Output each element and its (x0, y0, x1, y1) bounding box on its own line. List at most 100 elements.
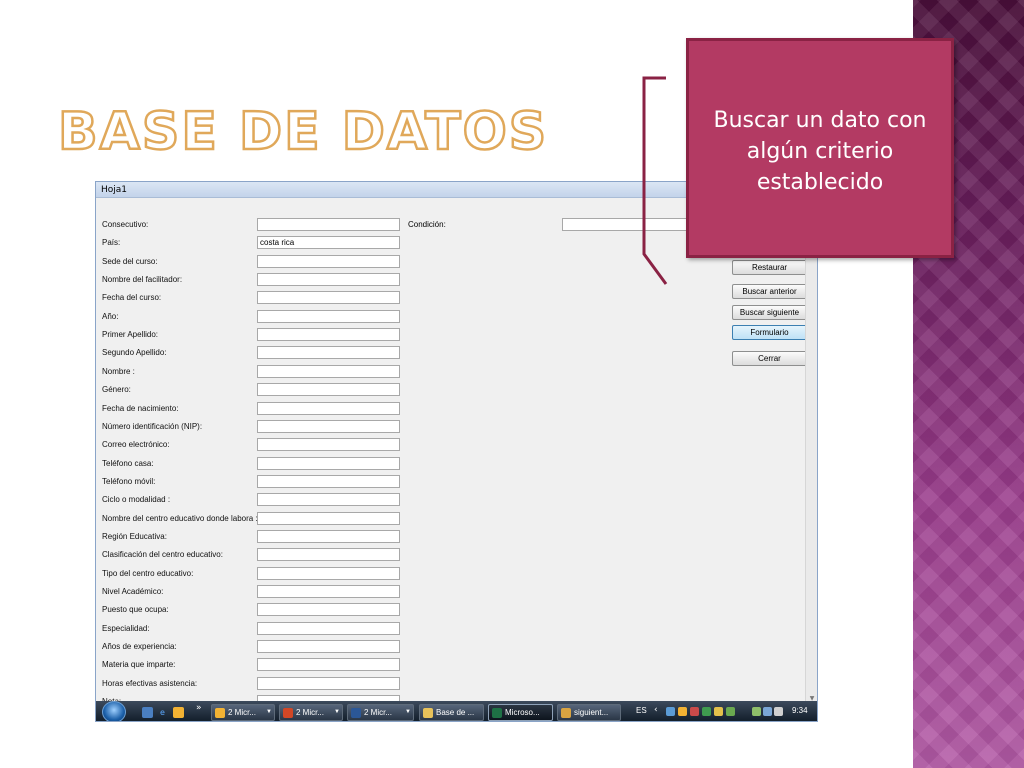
dropdown-arrow-icon: ▼ (266, 709, 272, 715)
field-input[interactable] (257, 383, 400, 397)
field-label: Ciclo o modalidad : (102, 495, 171, 505)
field-input[interactable] (257, 603, 400, 617)
clock[interactable]: 9:34 (792, 706, 808, 715)
powerpoint-icon (283, 708, 293, 718)
field-label: Nombre : (102, 366, 135, 376)
form-row: Ciclo o modalidad : (102, 493, 402, 507)
formulario-button[interactable]: Formulario (732, 325, 807, 340)
tray-update-icon[interactable] (702, 707, 711, 716)
field-input[interactable] (257, 309, 400, 323)
field-input[interactable] (257, 658, 400, 672)
field-input[interactable] (257, 511, 400, 525)
field-input[interactable] (257, 364, 400, 378)
taskbar-button[interactable]: 2 Micr... ▼ (279, 704, 343, 721)
taskbar-button[interactable]: 2 Micr... ▼ (347, 704, 414, 721)
tray-security-icon[interactable] (690, 707, 699, 716)
field-input[interactable] (257, 419, 400, 433)
field-label: País: (102, 238, 121, 248)
form-row: Fecha del curso: (102, 291, 402, 305)
buscar-siguiente-button[interactable]: Buscar siguiente (732, 305, 807, 320)
slide-title: BASE DE DATOS (57, 101, 549, 164)
condition-input[interactable] (562, 218, 702, 231)
taskbar-button[interactable]: 2 Micr... ▼ (211, 704, 275, 721)
field-label: Materia que imparte: (102, 660, 176, 670)
field-input[interactable] (257, 585, 400, 598)
vertical-scrollbar[interactable]: ▼ (805, 198, 817, 704)
form-row: Año: (102, 309, 402, 324)
form-row: Segundo Apellido: (102, 346, 402, 360)
field-label: Región Educativa: (102, 531, 167, 541)
form-row: Nombre del centro educativo donde labora… (102, 511, 402, 526)
field-input[interactable] (257, 438, 400, 452)
tray-expand-icon[interactable]: ‹ (654, 705, 658, 715)
taskbar-button[interactable]: siguient... (557, 704, 621, 721)
callout-box: Buscar un dato con algún criterio establ… (686, 38, 954, 258)
field-input[interactable] (257, 548, 400, 562)
field-input[interactable] (257, 676, 400, 690)
taskbar-button[interactable]: Microso... (488, 704, 553, 721)
field-input[interactable] (257, 218, 400, 231)
field-input[interactable] (257, 401, 400, 415)
field-input[interactable] (257, 640, 400, 654)
condition-label: Condición: (408, 220, 446, 229)
field-input[interactable] (257, 456, 400, 470)
form-row: Tipo del centro educativo: (102, 566, 402, 581)
field-input[interactable] (257, 254, 400, 268)
start-button[interactable] (102, 701, 126, 721)
field-label: Tipo del centro educativo: (102, 568, 194, 578)
language-indicator[interactable]: ES (636, 706, 647, 715)
taskbar-overflow-icon[interactable]: » (196, 703, 202, 713)
form-row: Consecutivo: (102, 218, 402, 232)
form-row: Sede del curso: (102, 254, 402, 269)
field-label: Género: (102, 385, 131, 395)
field-label: Años de experiencia: (102, 642, 177, 652)
tray-outlook-icon[interactable] (678, 707, 687, 716)
field-input[interactable] (257, 529, 400, 543)
form-row: Años de experiencia: (102, 640, 402, 654)
tray-wifi-icon[interactable] (763, 707, 772, 716)
tray-volume-icon[interactable] (774, 707, 783, 716)
tray-battery-icon[interactable] (752, 707, 761, 716)
field-input[interactable] (257, 346, 400, 360)
field-label: Teléfono casa: (102, 458, 154, 468)
field-input[interactable] (257, 291, 400, 305)
form-row: País: costa rica (102, 236, 402, 250)
restaurar-button[interactable]: Restaurar (732, 260, 807, 275)
tray-messenger-icon[interactable] (714, 707, 723, 716)
field-input[interactable] (257, 474, 400, 488)
field-input[interactable] (257, 621, 400, 635)
field-input[interactable]: costa rica (257, 236, 400, 250)
tray-network-icon[interactable] (666, 707, 675, 716)
form-row: Género: (102, 383, 402, 397)
taskbar-button-label: 2 Micr... (228, 708, 257, 717)
tray-app-icon[interactable] (726, 707, 735, 716)
field-label: Especialidad: (102, 623, 150, 633)
form-row: Nivel Académico: (102, 585, 402, 599)
taskbar-button-label: Base de ... (436, 708, 475, 717)
buscar-anterior-button[interactable]: Buscar anterior (732, 284, 807, 299)
form-row: Primer Apellido: (102, 328, 402, 342)
taskbar-button-label: Microso... (505, 708, 540, 717)
form-row: Correo electrónico: (102, 438, 402, 452)
field-input[interactable] (257, 566, 400, 580)
field-label: Fecha del curso: (102, 293, 162, 303)
form-row: Nombre del facilitador: (102, 273, 402, 287)
field-input[interactable] (257, 273, 400, 287)
cerrar-button[interactable]: Cerrar (732, 351, 807, 366)
internet-explorer-icon[interactable]: e (157, 707, 168, 718)
field-input[interactable] (257, 328, 400, 342)
taskbar-button-label: 2 Micr... (296, 708, 325, 717)
field-label: Nombre del centro educativo donde labora… (102, 513, 258, 523)
show-desktop-icon[interactable] (142, 707, 153, 718)
field-label: Número identificación (NIP): (102, 421, 203, 431)
form-row: Especialidad: (102, 621, 402, 636)
field-label: Clasificación del centro educativo: (102, 550, 223, 560)
field-label: Primer Apellido: (102, 330, 159, 340)
form-row: Materia que imparte: (102, 658, 402, 672)
form-row: Fecha de nacimiento: (102, 401, 402, 416)
outlook-icon[interactable] (173, 707, 184, 718)
taskbar-button-label: siguient... (574, 708, 609, 717)
field-input[interactable] (257, 493, 400, 507)
field-label: Horas efectivas asistencia: (102, 678, 198, 688)
taskbar-button[interactable]: Base de ... (419, 704, 484, 721)
